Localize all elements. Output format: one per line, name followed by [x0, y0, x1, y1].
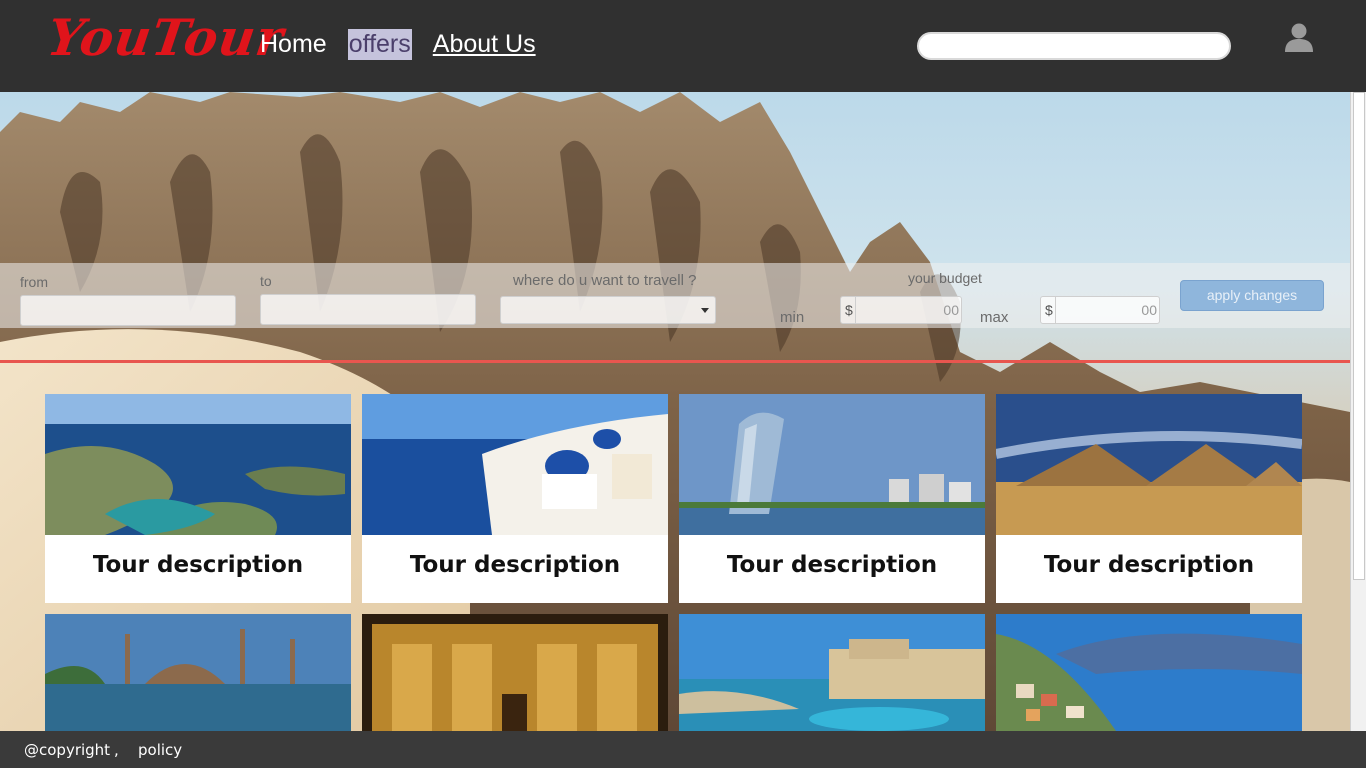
tour-description: Tour description	[92, 552, 304, 578]
nav-home-link[interactable]: Home	[260, 28, 327, 61]
tour-card[interactable]	[679, 614, 985, 731]
tour-card[interactable]: Tour description	[996, 394, 1302, 603]
min-budget-input[interactable]: $ 00	[840, 296, 962, 324]
page-scrollbar[interactable]	[1350, 92, 1366, 732]
tour-image-pyramids[interactable]	[996, 394, 1302, 535]
from-label: from	[20, 274, 48, 290]
currency-symbol: $	[845, 302, 853, 318]
to-label: to	[260, 273, 272, 289]
search-input[interactable]	[917, 32, 1231, 60]
chevron-down-icon	[701, 308, 709, 313]
tour-card[interactable]: Tour description	[45, 394, 351, 603]
apply-changes-button[interactable]: apply changes	[1180, 280, 1324, 311]
tour-image-coastal-bay[interactable]	[45, 394, 351, 535]
from-date-input[interactable]	[20, 295, 236, 326]
tour-card[interactable]	[45, 614, 351, 731]
tour-image-beach-resort[interactable]	[679, 614, 985, 731]
site-header: YouTour Home offers About Us	[0, 0, 1366, 92]
tour-card[interactable]: Tour description	[362, 394, 668, 603]
tour-description: Tour description	[726, 552, 938, 578]
scrollbar-thumb[interactable]	[1353, 92, 1365, 580]
site-logo[interactable]: YouTour	[44, 8, 288, 67]
max-label: max	[980, 309, 1009, 326]
destination-label: where do u want to travell ?	[513, 272, 697, 289]
field-separator	[1055, 297, 1056, 323]
min-label: min	[780, 309, 805, 326]
nav-about-us-link[interactable]: About Us	[433, 28, 536, 61]
tour-card[interactable]	[362, 614, 668, 731]
nav-offers-link[interactable]: offers	[347, 29, 412, 60]
budget-label: your budget	[908, 270, 982, 286]
tour-card[interactable]: Tour description	[679, 394, 985, 603]
tour-image-santorini[interactable]	[362, 394, 668, 535]
destination-select[interactable]	[500, 296, 716, 324]
section-divider	[0, 360, 1350, 363]
tour-description: Tour description	[409, 552, 621, 578]
max-budget-input[interactable]: $ 00	[1040, 296, 1160, 324]
tour-card[interactable]	[996, 614, 1302, 731]
tour-image-coastal-village[interactable]	[996, 614, 1302, 731]
user-icon[interactable]	[1283, 20, 1315, 52]
to-date-input[interactable]	[260, 294, 476, 325]
tour-description: Tour description	[1043, 552, 1255, 578]
tour-image-leaning-tower[interactable]	[679, 394, 985, 535]
main-nav: Home offers About Us	[260, 28, 557, 61]
footer-separator: ,	[114, 741, 119, 759]
tour-image-mosque[interactable]	[45, 614, 351, 731]
policy-link[interactable]: policy	[138, 741, 182, 759]
search-filter-bar: from to where do u want to travell ? you…	[0, 263, 1350, 328]
currency-symbol: $	[1045, 302, 1053, 318]
max-decimals: 00	[1141, 302, 1157, 318]
copyright-link[interactable]: @copyright	[24, 741, 110, 759]
min-decimals: 00	[943, 302, 959, 318]
field-separator	[855, 297, 856, 323]
tour-image-abu-simbel[interactable]	[362, 614, 668, 731]
site-footer: @copyright , policy	[0, 731, 1366, 768]
